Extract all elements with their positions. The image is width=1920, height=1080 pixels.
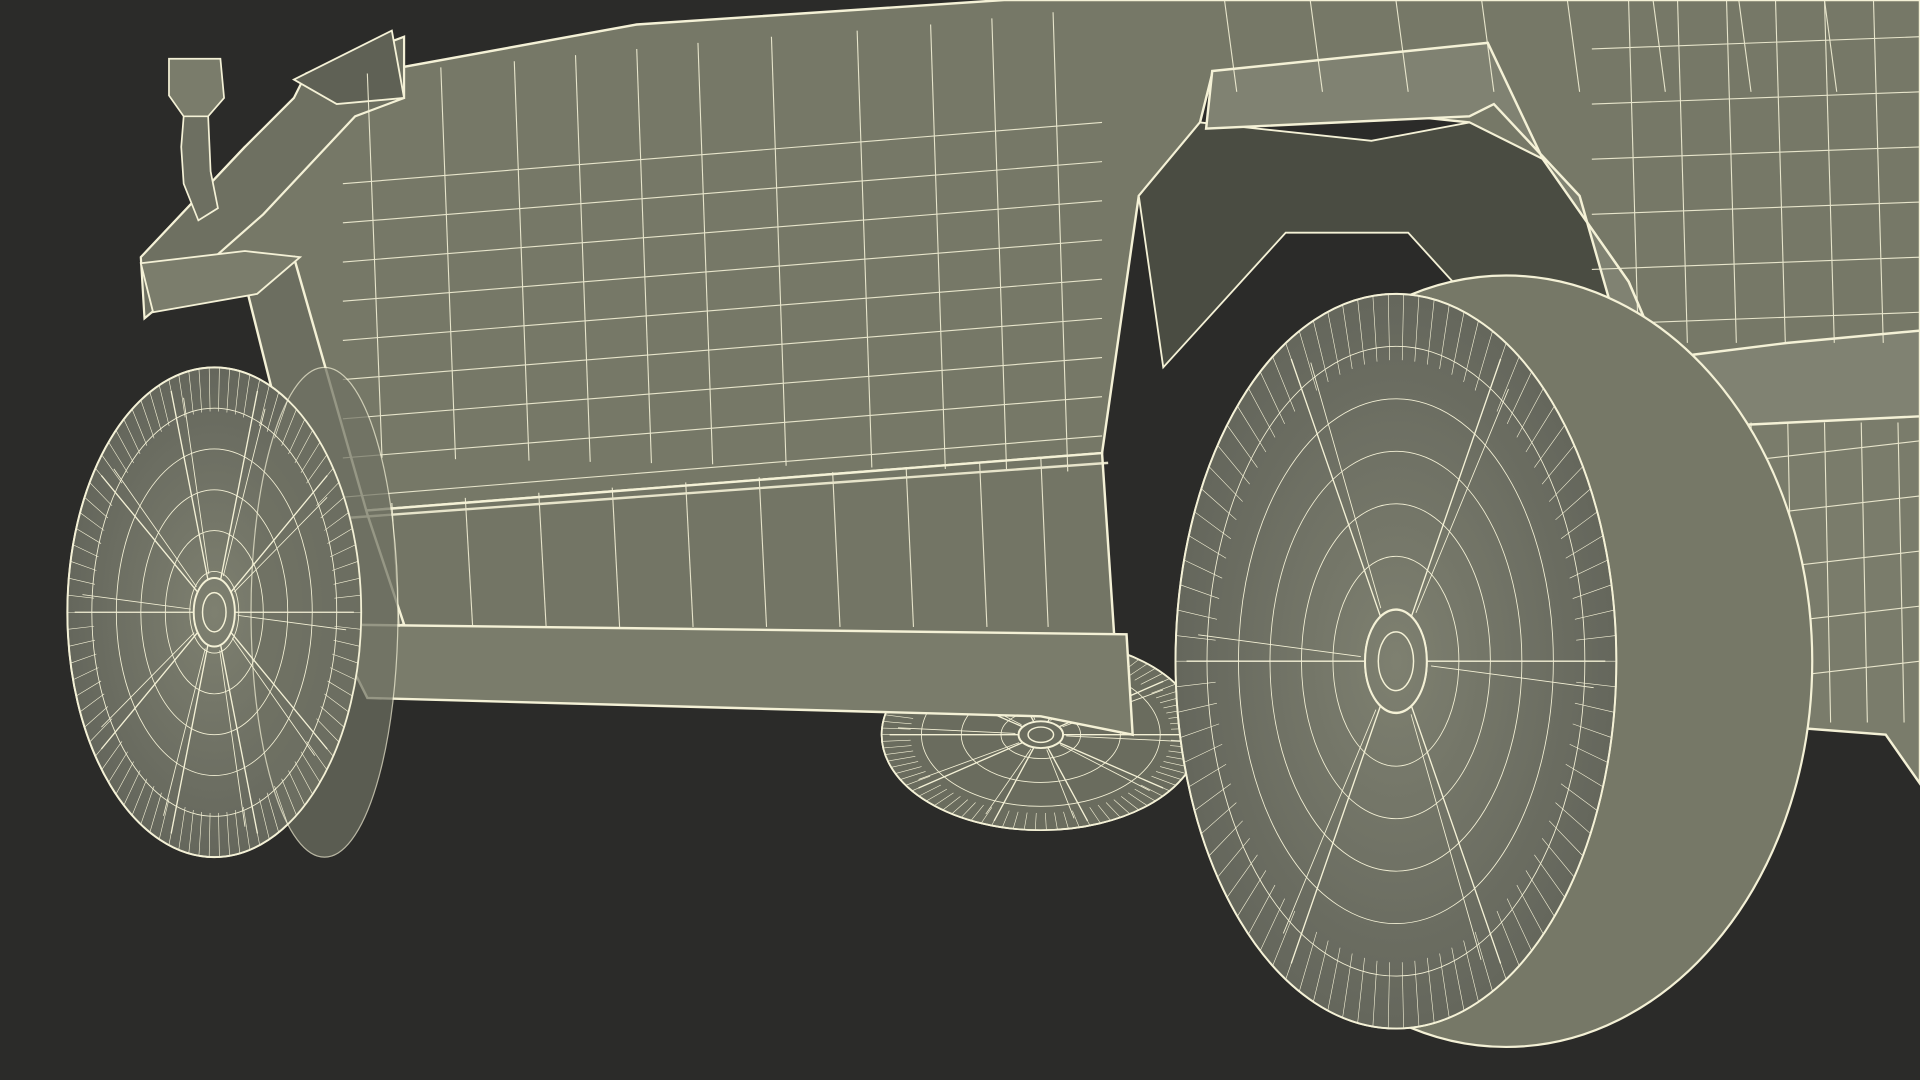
3d-viewport[interactable] <box>0 0 1920 1080</box>
rear-wheel <box>1174 274 1814 1049</box>
front-wheel <box>66 366 399 859</box>
wireframe-render <box>0 0 1920 1080</box>
